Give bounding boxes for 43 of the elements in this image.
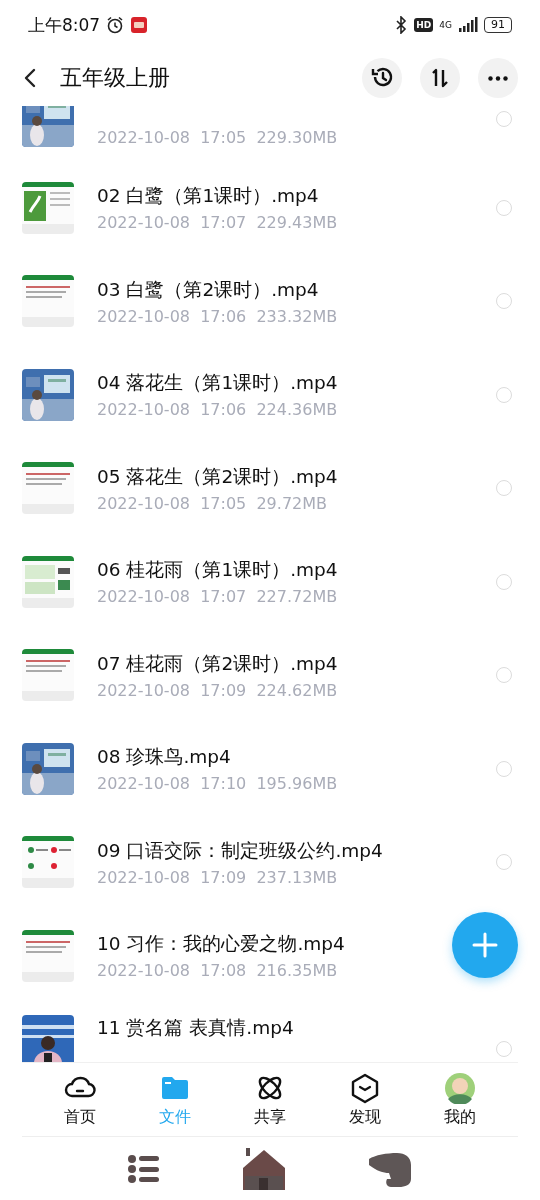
file-name[interactable]: 10 习作：我的心爱之物.mp4 — [97, 931, 345, 957]
file-name[interactable]: 04 落花生（第1课时）.mp4 — [97, 370, 338, 396]
more-button[interactable] — [478, 58, 518, 98]
plus-icon — [472, 932, 498, 958]
file-name[interactable]: 06 桂花雨（第1课时）.mp4 — [97, 557, 338, 583]
file-name[interactable]: 03 白鹭（第2课时）.mp4 — [97, 276, 319, 302]
nav-tab[interactable]: 发现 — [349, 1071, 382, 1128]
file-details: 2022-10-08 17:08 216.35MB — [97, 961, 338, 981]
alarm-icon — [106, 16, 125, 34]
nav-tab[interactable]: 首页 — [63, 1071, 96, 1128]
bluetooth-icon — [394, 16, 409, 34]
file-name[interactable]: 05 落花生（第2课时）.mp4 — [97, 463, 338, 489]
sort-button[interactable] — [420, 58, 460, 98]
file-details: 2022-10-08 17:09 237.13MB — [97, 867, 338, 887]
avatar-icon — [444, 1071, 477, 1104]
file-name[interactable]: 02 白鹭（第1课时）.mp4 — [97, 183, 319, 209]
back-icon — [24, 68, 36, 88]
hd-badge: HD — [414, 18, 434, 32]
file-details: 2022-10-08 17:07 229.43MB — [97, 213, 338, 233]
file-details: 2022-10-08 17:10 195.96MB — [97, 774, 338, 794]
nav-tab[interactable]: 共享 — [253, 1071, 286, 1128]
network-label: 4G — [439, 20, 452, 30]
file-details: 2022-10-08 17:09 224.62MB — [97, 680, 338, 700]
page-title: 五年级上册 — [60, 64, 170, 92]
file-details: 2022-10-08 17:05 29.72MB — [97, 493, 328, 513]
app-icon — [130, 16, 149, 34]
file-name[interactable]: 07 桂花雨（第2课时）.mp4 — [97, 650, 338, 676]
history-button[interactable] — [362, 58, 402, 98]
status-time: 上午8:07 — [28, 13, 101, 37]
battery-indicator: 91 — [484, 17, 512, 33]
file-details: 2022-10-08 17:05 229.30MB — [97, 128, 338, 147]
file-name[interactable]: 08 珍珠鸟.mp4 — [97, 744, 231, 770]
file-details: 2022-10-08 17:06 233.32MB — [97, 306, 338, 326]
nav-tab[interactable]: 我的 — [444, 1071, 477, 1128]
file-details: 2022-10-08 17:07 227.72MB — [97, 587, 338, 607]
file-name[interactable]: 11 赏名篇 表真情.mp4 — [97, 1014, 294, 1040]
signal-icon — [458, 17, 478, 33]
add-button[interactable] — [452, 912, 518, 978]
file-name[interactable]: 09 口语交际：制定班级公约.mp4 — [97, 837, 383, 863]
more-icon — [488, 75, 508, 81]
back-button[interactable] — [22, 66, 38, 90]
house-icon[interactable] — [241, 1145, 287, 1192]
file-details: 2022-10-08 17:06 224.36MB — [97, 400, 338, 420]
